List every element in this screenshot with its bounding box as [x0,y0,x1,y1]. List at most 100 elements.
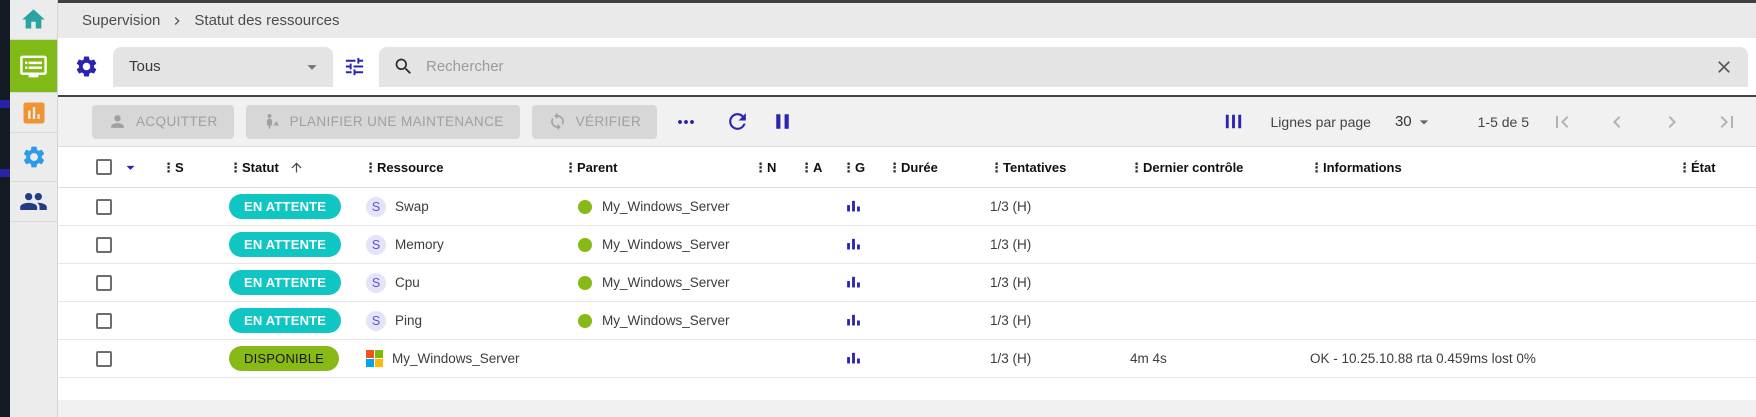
sidebar-item-statistics[interactable] [10,93,57,133]
columns-icon [1222,110,1245,133]
cell-state [1666,188,1756,225]
column-header-informations[interactable]: Informations [1298,147,1666,187]
status-chip: EN ATTENTE [229,232,341,257]
rows-per-page-select[interactable]: 30 [1395,112,1434,132]
column-header-tentatives[interactable]: Tentatives [978,147,1118,187]
graph-icon[interactable] [845,274,862,291]
clear-search-button[interactable] [1714,57,1734,77]
cell-state [1666,302,1756,339]
resource-name: My_Windows_Server [392,351,520,366]
resource-name: Memory [395,237,444,252]
drag-handle-icon[interactable] [364,160,372,175]
tune-icon [343,55,366,78]
refresh-button[interactable] [725,109,750,134]
cell-tries: 1/3 (H) [978,226,1118,263]
last-page-button[interactable] [1714,109,1740,135]
cell-duration [876,188,978,225]
graph-icon[interactable] [845,236,862,253]
search-field[interactable] [379,47,1748,87]
drag-handle-icon[interactable] [1678,160,1686,175]
host-up-dot [578,200,592,214]
select-all-checkbox[interactable] [96,159,112,175]
column-header-ressource[interactable]: Ressource [352,147,552,187]
bulk-select-chevron-icon[interactable] [121,158,140,177]
sidebar-item-monitoring[interactable] [10,40,57,93]
advanced-filters-button[interactable] [339,47,369,87]
drag-handle-icon[interactable] [754,160,762,175]
sidebar-item-home[interactable] [10,0,57,40]
row-checkbox[interactable] [96,199,112,215]
cell-state [1666,226,1756,263]
column-header-duree[interactable]: Durée [876,147,978,187]
cell-graph [830,264,876,301]
column-header-etat[interactable]: État [1666,147,1756,187]
table-row[interactable]: EN ATTENTE SSwap My_Windows_Server 1/3 (… [58,188,1756,226]
column-header-dernier-controle[interactable]: Dernier contrôle [1118,147,1298,187]
pause-autorefresh-button[interactable] [770,109,795,134]
row-checkbox[interactable] [96,313,112,329]
cell-n [742,302,788,339]
gear-icon [21,144,47,170]
breadcrumb-item-resource-status[interactable]: Statut des ressources [194,12,339,29]
acknowledge-button[interactable]: ACQUITTER [92,105,234,139]
row-checkbox[interactable] [96,237,112,253]
check-button[interactable]: VÉRIFIER [532,105,657,139]
cell-resource: My_Windows_Server [352,340,552,377]
table-row[interactable]: EN ATTENTE SPing My_Windows_Server 1/3 (… [58,302,1756,340]
more-actions-button[interactable] [671,107,701,137]
sidebar-nav [10,0,58,417]
cell-last-check: 4m 4s [1118,340,1298,377]
rows-per-page-value: 30 [1395,113,1412,130]
set-maintenance-button[interactable]: PLANIFIER UNE MAINTENANCE [246,105,520,139]
drag-handle-icon[interactable] [990,160,998,175]
graph-icon[interactable] [845,350,862,367]
cell-state [1666,340,1756,377]
drag-handle-icon[interactable] [842,160,850,175]
next-page-button[interactable] [1659,109,1685,135]
column-header-parent[interactable]: Parent [552,147,742,187]
row-checkbox[interactable] [96,351,112,367]
gear-icon [74,54,99,79]
graph-icon[interactable] [845,312,862,329]
cell-duration [876,264,978,301]
table-row[interactable]: DISPONIBLE My_Windows_Server 1/3 (H) 4m … [58,340,1756,378]
column-header-n[interactable]: N [742,147,788,187]
drag-handle-icon[interactable] [800,160,808,175]
search-input[interactable] [426,58,1714,75]
drag-handle-icon[interactable] [564,160,572,175]
filter-bar: Tous [58,38,1756,95]
cell-a [788,302,830,339]
drag-handle-icon[interactable] [1310,160,1318,175]
cell-tries: 1/3 (H) [978,264,1118,301]
sidebar-item-configuration[interactable] [10,133,57,182]
drag-handle-icon[interactable] [229,160,237,175]
cell-duration [876,340,978,377]
cell-tries: 1/3 (H) [978,302,1118,339]
breadcrumb-item-supervision[interactable]: Supervision [82,12,160,29]
drag-handle-icon[interactable] [162,160,170,175]
column-header-g[interactable]: G [830,147,876,187]
cell-last-check [1118,264,1298,301]
row-checkbox[interactable] [96,275,112,291]
drag-handle-icon[interactable] [1130,160,1138,175]
pagination-controls: Lignes par page 30 1-5 de 5 [1222,109,1740,135]
more-horiz-icon [674,110,698,134]
previous-page-button[interactable] [1604,109,1630,135]
parent-name: My_Windows_Server [602,199,730,214]
columns-settings-button[interactable] [1222,110,1245,133]
check-label: VÉRIFIER [576,114,641,129]
sidebar-item-administration[interactable] [10,182,57,222]
resource-type-select[interactable]: Tous [113,47,333,87]
column-header-s[interactable]: S [150,147,217,187]
drag-handle-icon[interactable] [888,160,896,175]
column-header-a[interactable]: A [788,147,830,187]
column-header-statut[interactable]: Statut [217,147,352,187]
table-row[interactable]: EN ATTENTE SMemory My_Windows_Server 1/3… [58,226,1756,264]
filter-settings-button[interactable] [70,47,102,87]
status-chip: EN ATTENTE [229,194,341,219]
cell-resource: SSwap [352,188,552,225]
table-row[interactable]: EN ATTENTE SCpu My_Windows_Server 1/3 (H… [58,264,1756,302]
graph-icon[interactable] [845,198,862,215]
first-page-button[interactable] [1549,109,1575,135]
cell-a [788,188,830,225]
